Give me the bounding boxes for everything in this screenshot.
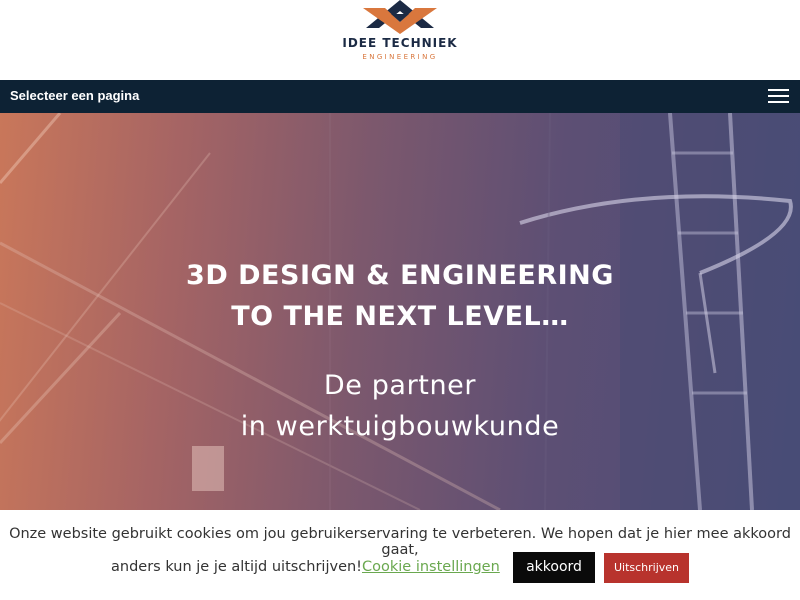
logo-mark-icon	[363, 0, 437, 34]
cookie-consent-banner: Onze website gebruikt cookies om jou geb…	[0, 510, 800, 600]
nav-select-page-label[interactable]: Selecteer een pagina	[10, 88, 139, 103]
cookie-message-line2: anders kun je je altijd uitschrijven!	[111, 559, 362, 575]
cookie-accept-button[interactable]: akkoord	[513, 552, 595, 583]
site-header: IDEE TECHNIEK ENGINEERING	[0, 0, 800, 80]
cookie-reject-button[interactable]: Uitschrijven	[604, 553, 689, 583]
hero-subtitle-line2: in werktuigbouwkunde	[240, 411, 560, 442]
hero-headline-line2: TO THE NEXT LEVEL…	[231, 301, 569, 332]
hero-banner: 3D DESIGN & ENGINEERING TO THE NEXT LEVE…	[0, 113, 800, 510]
logo-subtitle: ENGINEERING	[362, 53, 438, 61]
hero-headline-line1: 3D DESIGN & ENGINEERING	[186, 260, 614, 291]
mobile-nav-bar: Selecteer een pagina	[0, 80, 800, 113]
hamburger-menu-icon[interactable]	[768, 89, 789, 104]
logo-title: IDEE TECHNIEK	[342, 36, 458, 50]
cookie-settings-link[interactable]: Cookie instellingen	[362, 559, 500, 575]
site-logo[interactable]: IDEE TECHNIEK ENGINEERING	[340, 0, 460, 66]
hero-subtitle-line1: De partner	[323, 370, 477, 401]
